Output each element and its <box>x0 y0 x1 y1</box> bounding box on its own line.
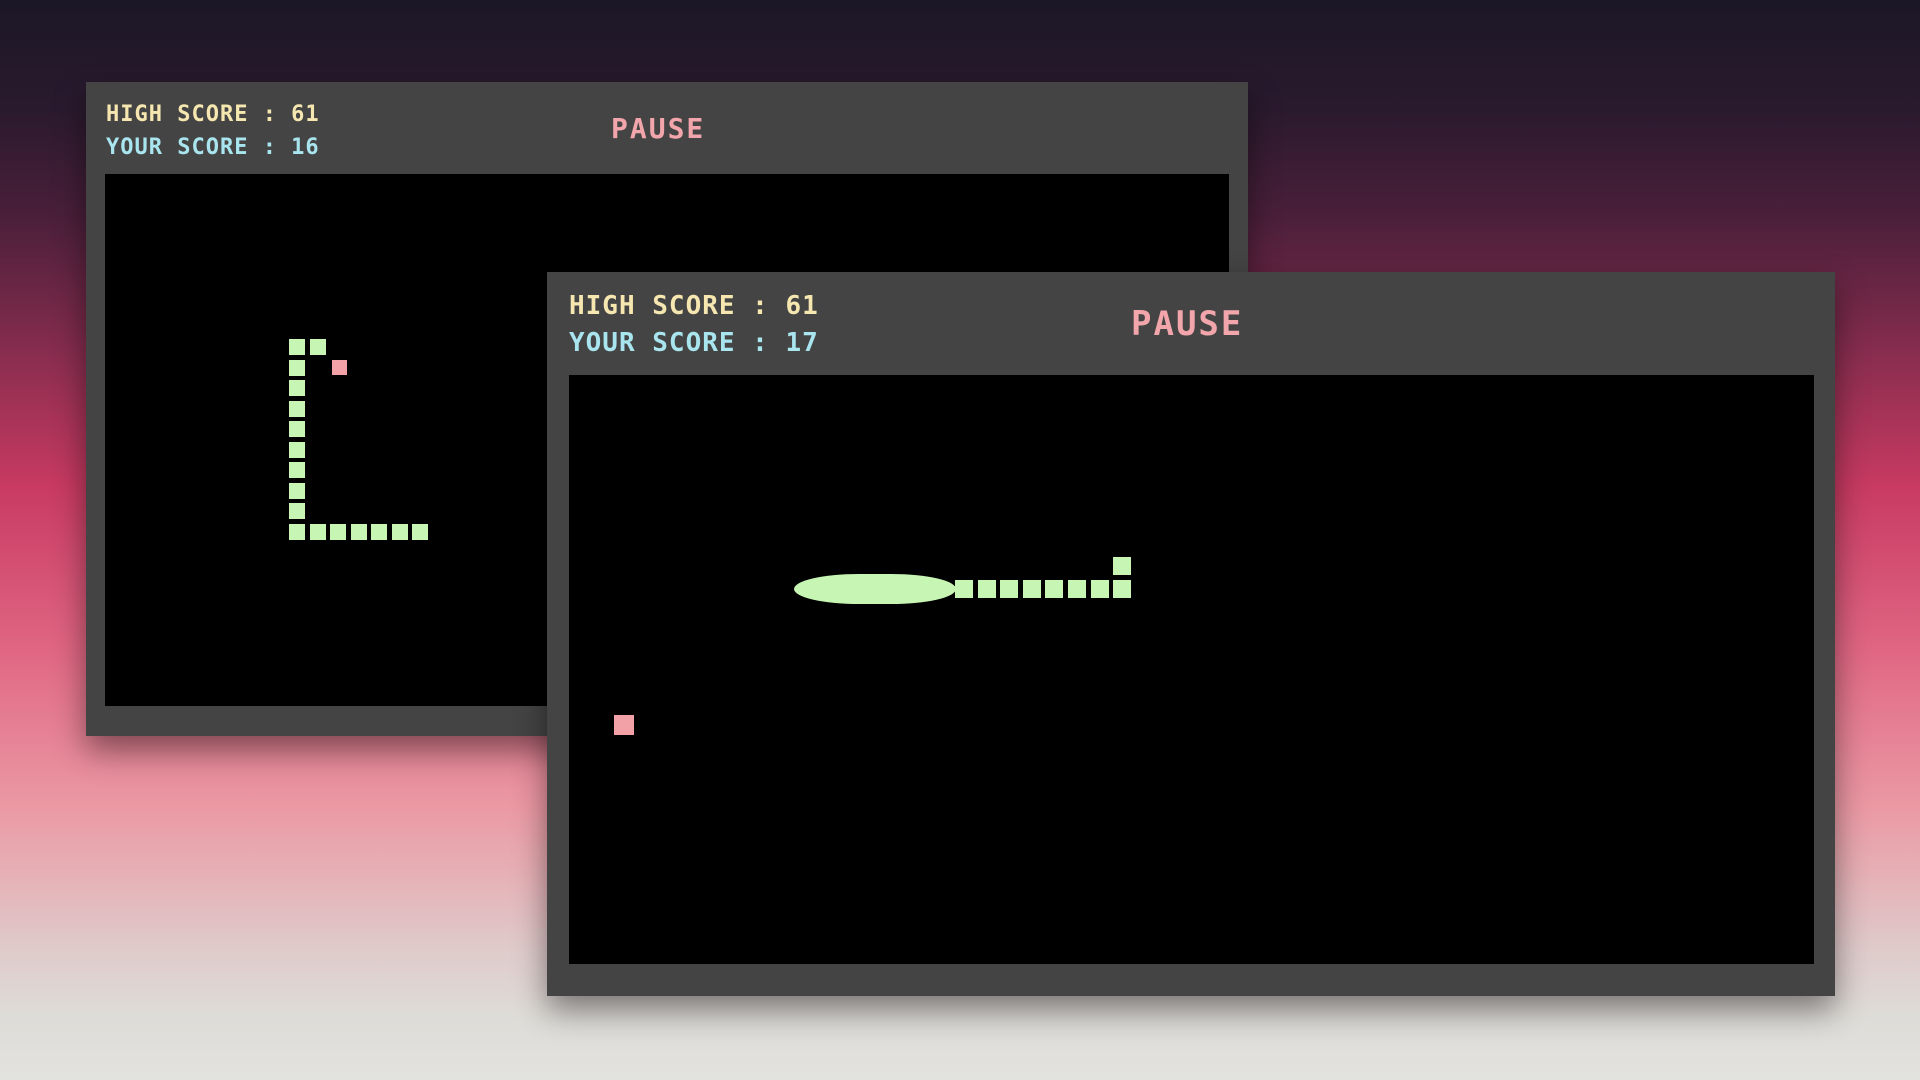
snake-segment <box>289 339 305 355</box>
snake-segment <box>289 441 305 458</box>
snake-segment <box>1000 580 1019 598</box>
snake-segment <box>289 421 305 437</box>
snake-segment <box>1045 580 1064 598</box>
snake-head <box>1113 557 1132 576</box>
snake-segment <box>289 523 305 540</box>
high-score-label: HIGH SCORE : 61 <box>106 102 320 127</box>
snake-segment <box>309 523 326 540</box>
snake-segment <box>289 359 305 376</box>
game-window-front: HIGH SCORE : 61 YOUR SCORE : 17 PAUSE <box>547 272 1835 996</box>
snake-segment <box>977 580 996 598</box>
high-score-label: HIGH SCORE : 61 <box>569 291 819 321</box>
score-panel: HIGH SCORE : 61 YOUR SCORE : 17 <box>569 288 819 362</box>
game-board[interactable] <box>569 375 1814 964</box>
snake-segment <box>391 523 408 540</box>
snake-segment <box>350 523 367 540</box>
snake-segment <box>289 503 305 519</box>
pause-button[interactable]: PAUSE <box>1131 304 1243 344</box>
score-panel: HIGH SCORE : 61 YOUR SCORE : 16 <box>106 98 320 164</box>
snake-segment <box>330 523 346 540</box>
snake-segment <box>1113 580 1132 598</box>
snake-segment <box>1068 580 1086 598</box>
snake-segment <box>289 380 305 396</box>
snake-segment <box>289 400 305 417</box>
snake-segment <box>412 523 428 540</box>
snake-segment <box>955 580 973 598</box>
snake-segment <box>289 482 305 499</box>
snake-segment <box>1022 580 1041 598</box>
snake-segment <box>371 523 387 540</box>
food-pellet <box>614 715 634 735</box>
snake-segment <box>1090 580 1109 598</box>
snake-segment <box>309 339 326 355</box>
snake-segment <box>289 462 305 478</box>
pause-button[interactable]: PAUSE <box>611 112 705 145</box>
your-score-label: YOUR SCORE : 16 <box>106 135 320 160</box>
snake-tail-blur <box>794 574 956 604</box>
your-score-label: YOUR SCORE : 17 <box>569 328 819 358</box>
food-pellet <box>332 360 347 375</box>
